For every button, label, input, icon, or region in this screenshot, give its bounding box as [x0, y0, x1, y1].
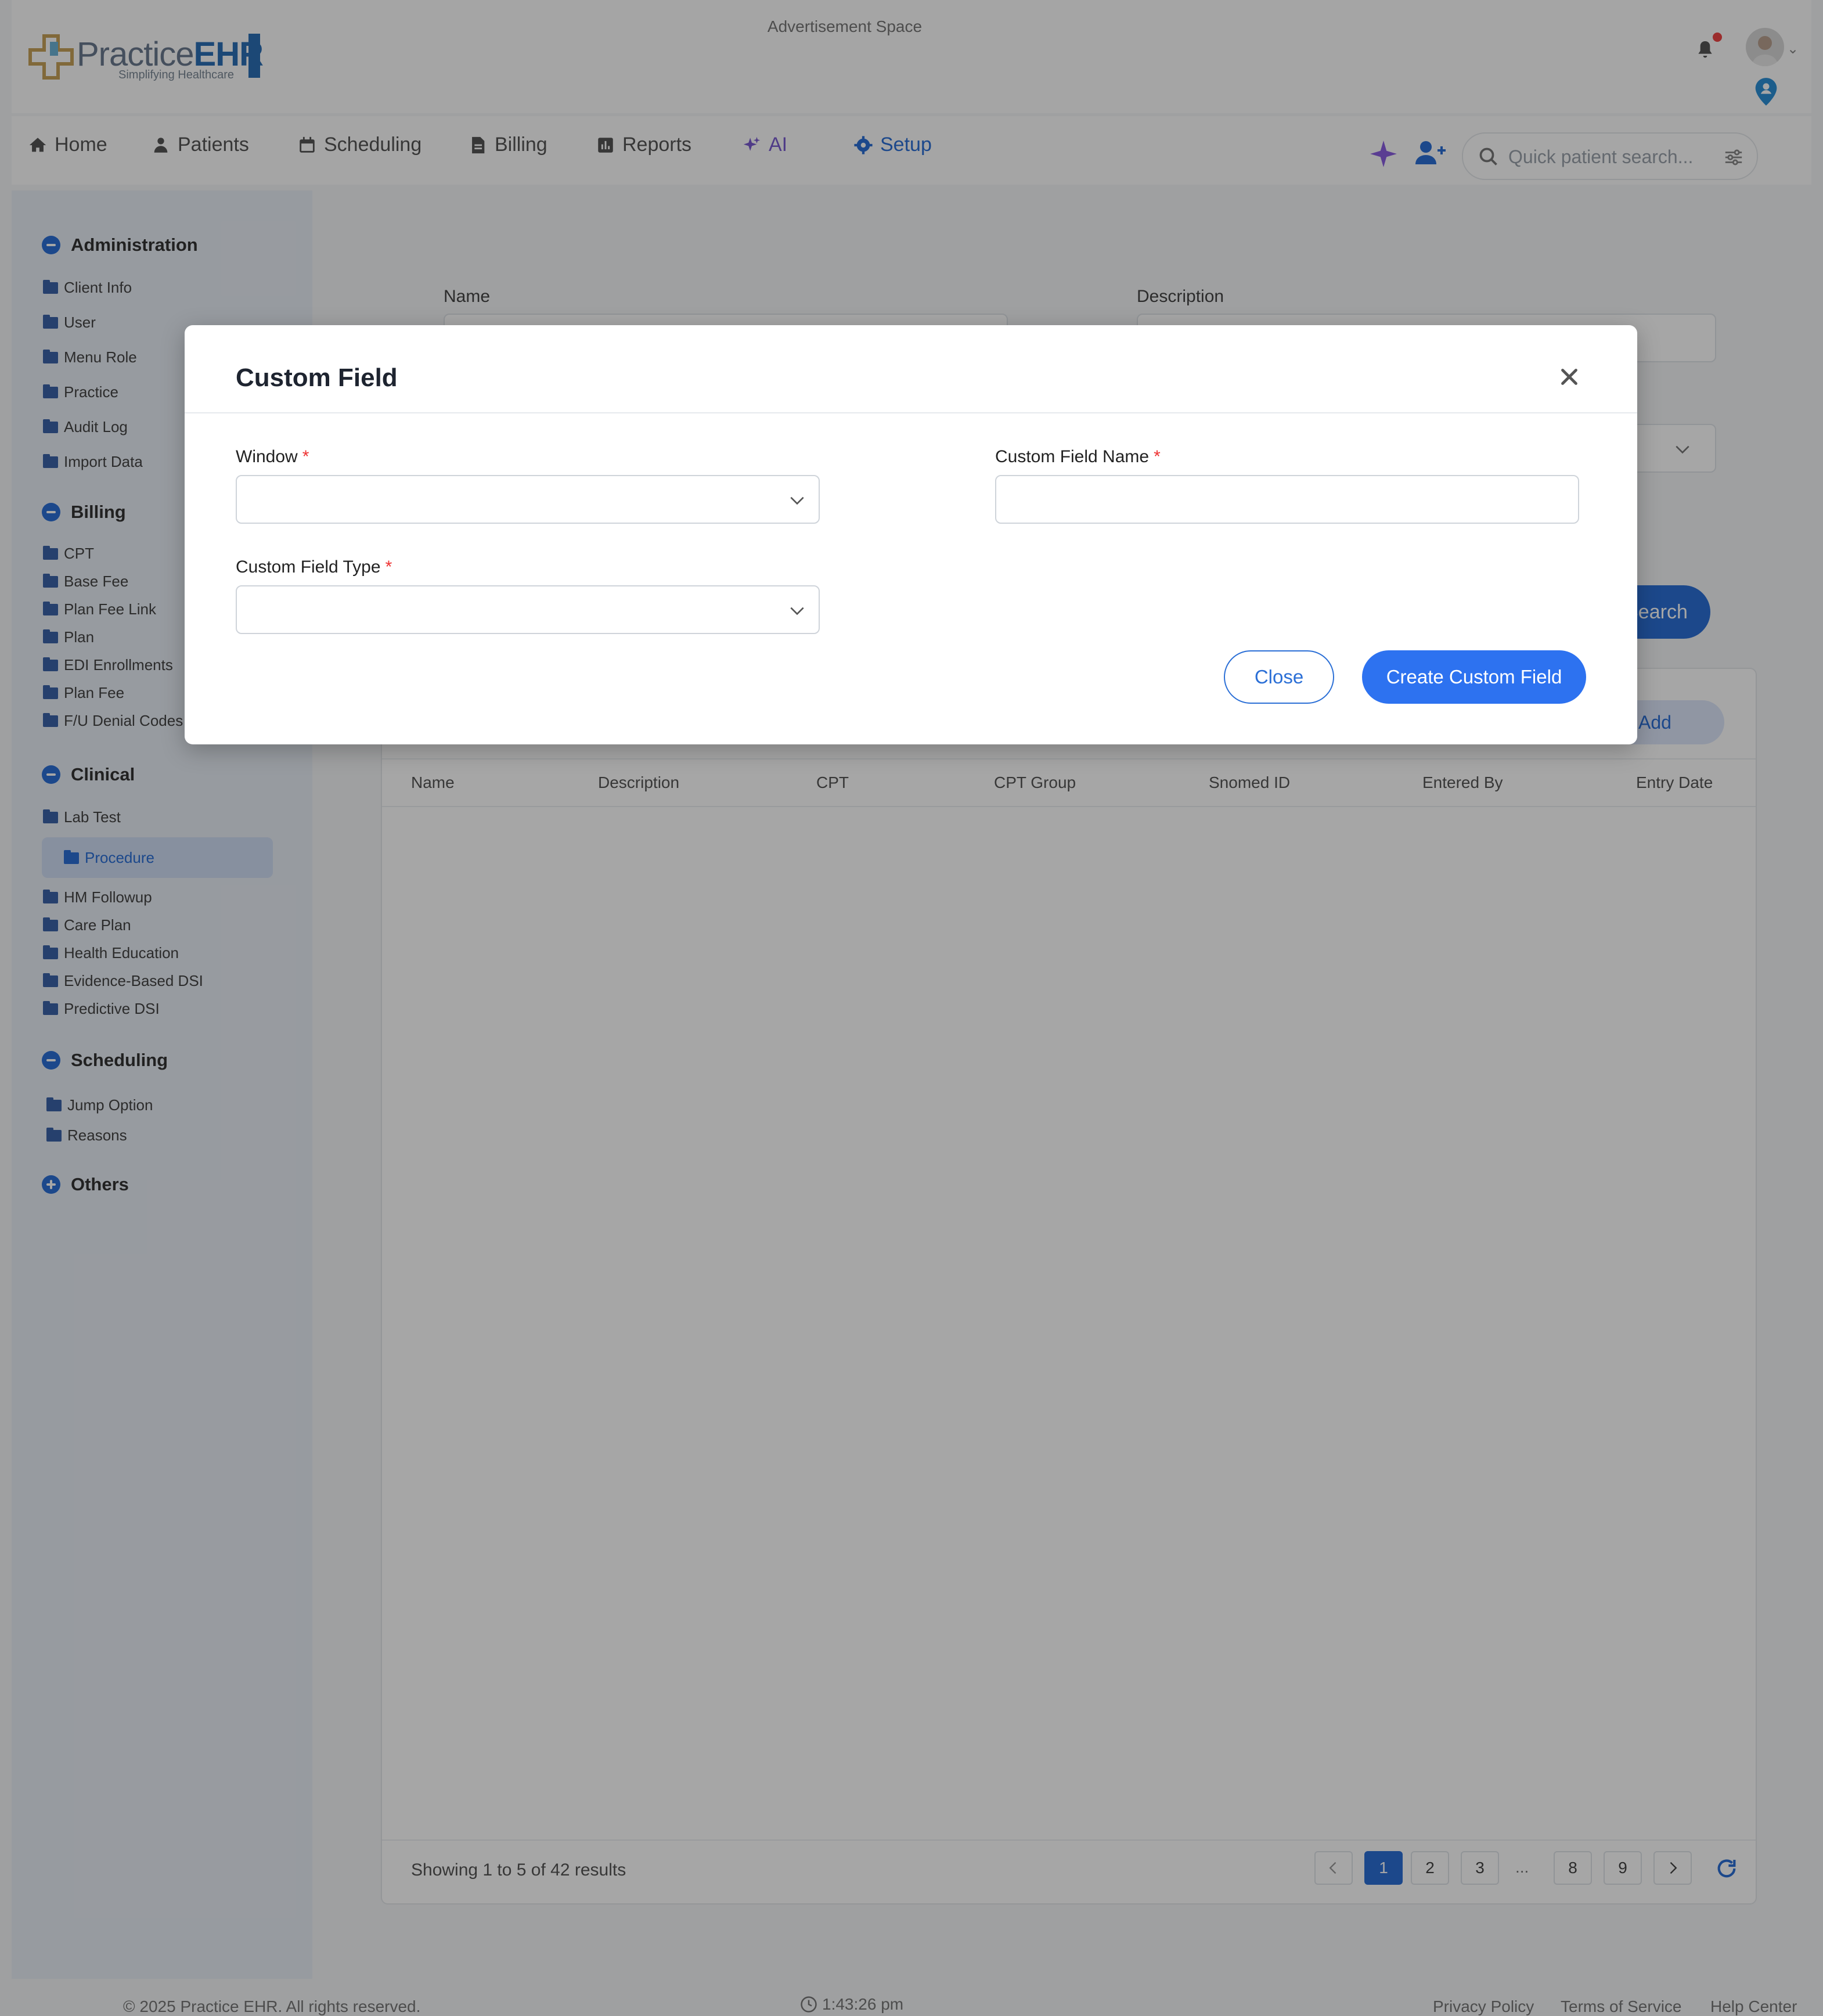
modal-backdrop[interactable]: [0, 0, 1823, 2016]
modal-divider: [185, 412, 1637, 413]
close-button[interactable]: Close: [1224, 650, 1334, 704]
required-asterisk: *: [302, 447, 309, 466]
create-custom-field-button[interactable]: Create Custom Field: [1362, 650, 1586, 704]
custom-field-name-label: Custom Field Name *: [995, 447, 1161, 466]
chevron-down-icon: [790, 607, 804, 615]
required-asterisk: *: [385, 557, 392, 577]
chevron-down-icon: [790, 496, 804, 505]
window-field-label: Window *: [236, 447, 309, 466]
custom-field-type-label: Custom Field Type *: [236, 557, 392, 577]
custom-field-modal: Custom Field Window * Custom Field Name * …: [185, 325, 1637, 744]
window-select[interactable]: [236, 475, 820, 524]
close-icon[interactable]: [1556, 363, 1583, 390]
custom-field-type-select[interactable]: [236, 585, 820, 634]
modal-title: Custom Field: [236, 363, 398, 392]
custom-field-name-input[interactable]: [995, 475, 1579, 524]
required-asterisk: *: [1154, 447, 1161, 466]
